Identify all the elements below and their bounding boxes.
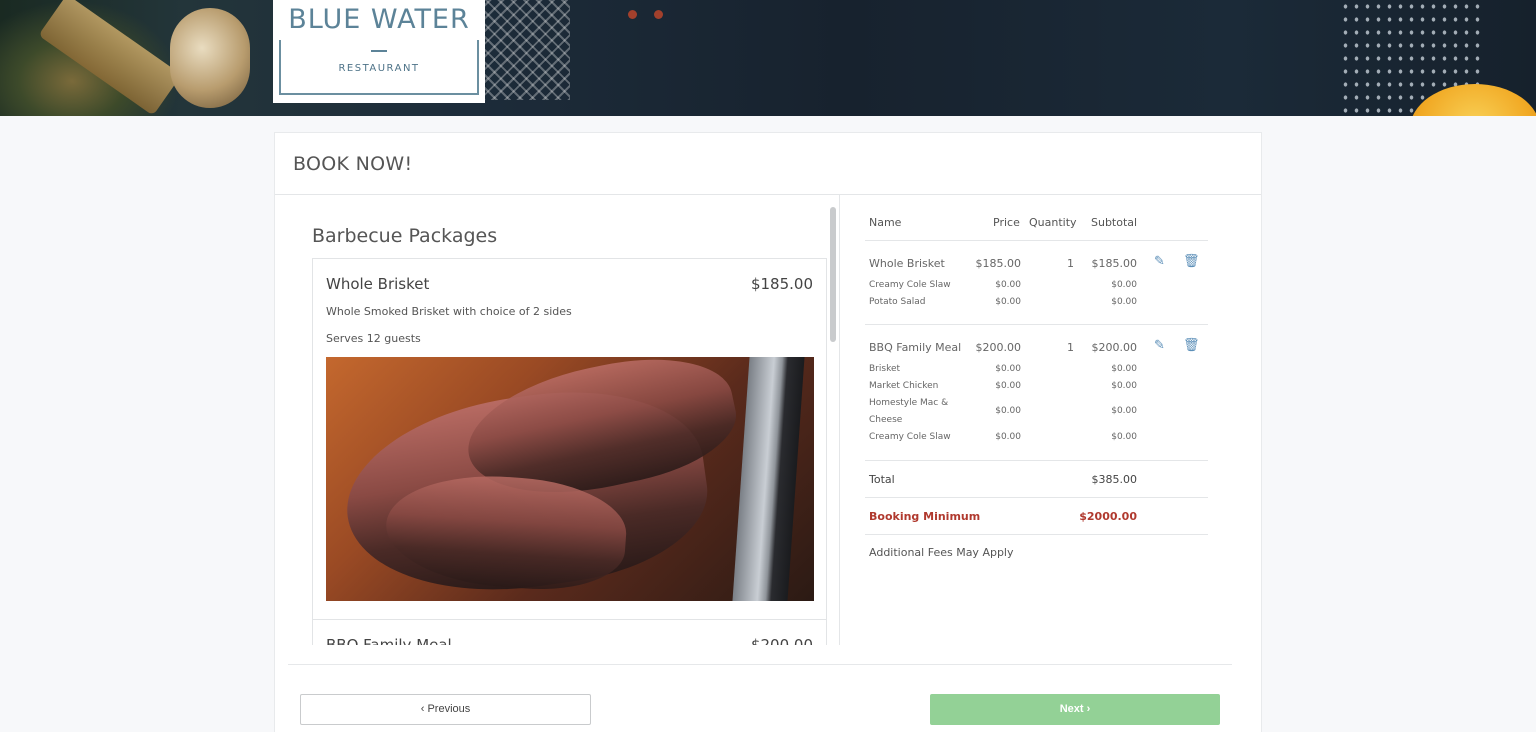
page-title: BOOK NOW! — [293, 153, 413, 175]
cart-item: BBQ Family Meal $200.00 1 $200.00 ✎ 🗑 Br… — [865, 325, 1208, 461]
option-subtotal: $0.00 — [1111, 364, 1137, 374]
cart-item-row: Whole Brisket $185.00 1 $185.00 ✎ 🗑 — [865, 241, 1208, 271]
option-row: Market Chicken $0.00 $0.00 — [865, 378, 1208, 395]
option-price: $0.00 — [995, 381, 1021, 391]
option-row: Brisket $0.00 $0.00 — [865, 361, 1208, 378]
package-card[interactable]: BBQ Family Meal $200.00 — [312, 620, 827, 645]
option-price: $0.00 — [995, 364, 1021, 374]
package-card[interactable]: Whole Brisket $185.00 Whole Smoked Brisk… — [312, 258, 827, 620]
total-row: Total $385.00 — [865, 461, 1208, 498]
previous-label: Previous — [427, 703, 471, 715]
menu-panel[interactable]: Barbecue Packages Whole Brisket $185.00 … — [275, 195, 839, 645]
item-price: $200.00 — [975, 341, 1022, 354]
package-name: Whole Brisket — [326, 275, 430, 293]
fees-note-text: Additional Fees May Apply — [869, 546, 1014, 559]
banner-pepper — [628, 10, 637, 19]
knife — [732, 357, 805, 601]
header-name: Name — [869, 216, 902, 229]
header-quantity: Quantity — [1029, 216, 1077, 229]
option-row: Creamy Cole Slaw $0.00 $0.00 — [865, 277, 1208, 294]
pencil-icon[interactable]: ✎ — [1154, 338, 1165, 353]
next-button[interactable]: Next › — [930, 694, 1220, 725]
minimum-value: $2000.00 — [1079, 510, 1137, 523]
previous-button[interactable]: ‹ Previous — [300, 694, 591, 725]
option-name: Potato Salad — [869, 297, 926, 307]
option-name: Market Chicken — [869, 381, 939, 391]
item-name: Whole Brisket — [869, 257, 945, 270]
option-price: $0.00 — [995, 297, 1021, 307]
logo-dash — [371, 50, 387, 52]
restaurant-logo[interactable]: BLUE WATER RESTAURANT — [273, 0, 485, 103]
total-value: $385.00 — [1091, 473, 1138, 486]
package-price: $185.00 — [750, 275, 813, 293]
option-row: Potato Salad $0.00 $0.00 — [865, 294, 1208, 311]
fees-note: Additional Fees May Apply — [865, 535, 1208, 571]
item-subtotal: $185.00 — [1091, 257, 1138, 270]
option-price: $0.00 — [995, 406, 1021, 416]
item-quantity: 1 — [1067, 257, 1074, 270]
package-name: BBQ Family Meal — [326, 636, 452, 645]
chevron-right-icon: › — [1086, 703, 1091, 715]
booking-minimum-row: Booking Minimum $2000.00 — [865, 498, 1208, 535]
booking-card: BOOK NOW! Barbecue Packages Whole Briske… — [274, 132, 1262, 732]
option-name: Creamy Cole Slaw — [869, 432, 951, 442]
logo-subtitle: RESTAURANT — [338, 63, 420, 74]
minimum-label: Booking Minimum — [869, 510, 981, 523]
package-description: Whole Smoked Brisket with choice of 2 si… — [326, 305, 572, 318]
option-row: Homestyle Mac & Cheese $0.00 $0.00 — [865, 395, 1208, 429]
header-price: Price — [993, 216, 1020, 229]
order-summary: Name Price Quantity Subtotal Whole Brisk… — [865, 207, 1208, 571]
item-name: BBQ Family Meal — [869, 341, 962, 354]
option-subtotal: $0.00 — [1111, 297, 1137, 307]
banner-net — [470, 0, 570, 100]
option-row: Creamy Cole Slaw $0.00 $0.00 — [865, 429, 1208, 446]
scrollbar-thumb[interactable] — [830, 207, 836, 342]
option-price: $0.00 — [995, 280, 1021, 290]
header-subtotal: Subtotal — [1091, 216, 1138, 229]
option-price: $0.00 — [995, 432, 1021, 442]
cart-header-row: Name Price Quantity Subtotal — [865, 207, 1208, 241]
footer-divider — [288, 664, 1232, 665]
next-label: Next — [1059, 703, 1084, 715]
item-price: $185.00 — [975, 257, 1022, 270]
trash-icon[interactable]: 🗑 — [1183, 254, 1200, 269]
option-name: Homestyle Mac & Cheese — [869, 398, 949, 425]
trash-icon[interactable]: 🗑 — [1183, 338, 1200, 353]
header-banner — [0, 0, 1536, 116]
pencil-icon[interactable]: ✎ — [1154, 254, 1165, 269]
menu-scrollbar[interactable] — [829, 207, 837, 645]
option-subtotal: $0.00 — [1111, 280, 1137, 290]
card-header: BOOK NOW! — [275, 133, 1261, 195]
package-price: $200.00 — [750, 636, 813, 645]
cart-item: Whole Brisket $185.00 1 $185.00 ✎ 🗑 Crea… — [865, 241, 1208, 325]
option-subtotal: $0.00 — [1111, 381, 1137, 391]
option-name: Creamy Cole Slaw — [869, 280, 951, 290]
item-subtotal: $200.00 — [1091, 341, 1138, 354]
brisket-photo[interactable] — [326, 357, 814, 601]
option-subtotal: $0.00 — [1111, 406, 1137, 416]
cart-item-row: BBQ Family Meal $200.00 1 $200.00 ✎ 🗑 — [865, 325, 1208, 355]
banner-shell — [170, 8, 250, 108]
option-subtotal: $0.00 — [1111, 432, 1137, 442]
column-divider — [839, 195, 840, 645]
option-name: Brisket — [869, 364, 901, 374]
chevron-left-icon: ‹ — [420, 703, 425, 715]
banner-pepper — [654, 10, 663, 19]
section-title: Barbecue Packages — [312, 225, 498, 247]
item-quantity: 1 — [1067, 341, 1074, 354]
package-serves: Serves 12 guests — [326, 332, 421, 345]
logo-title: BLUE WATER — [288, 4, 470, 35]
total-label: Total — [869, 473, 895, 486]
